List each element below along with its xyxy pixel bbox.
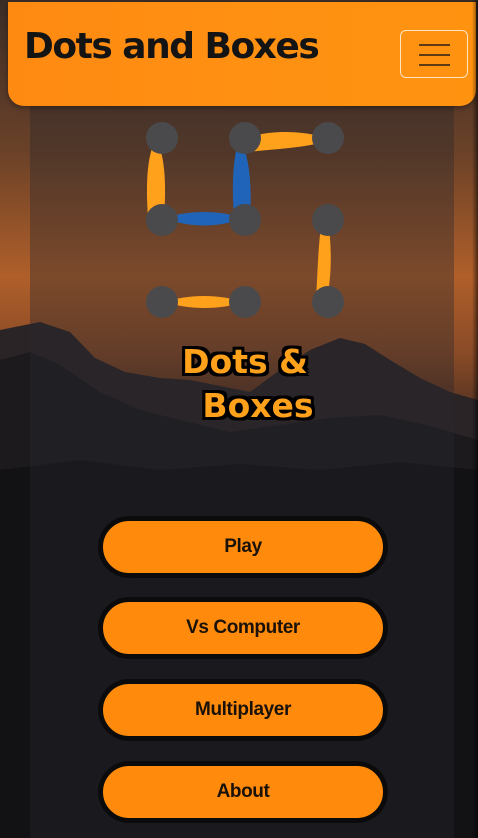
- app-screen: Dots and Boxes Dots & Boxes Play Vs Comp…: [0, 0, 478, 838]
- brand-title[interactable]: Dots and Boxes: [24, 29, 320, 65]
- dots-and-boxes-logo-icon: [146, 122, 344, 318]
- hamburger-icon-line: [419, 64, 450, 66]
- game-title-line1: Dots &: [182, 342, 308, 381]
- navbar: Dots and Boxes: [8, 2, 476, 106]
- game-title: Dots & Boxes: [150, 340, 340, 428]
- multiplayer-button[interactable]: Multiplayer: [100, 681, 386, 739]
- window-edge: [472, 0, 478, 838]
- about-button[interactable]: About: [100, 763, 386, 821]
- game-title-line2: Boxes: [202, 386, 314, 425]
- vs-computer-button[interactable]: Vs Computer: [100, 599, 386, 657]
- hamburger-icon-line: [419, 54, 450, 56]
- play-button[interactable]: Play: [100, 518, 386, 576]
- hamburger-icon: [419, 44, 450, 46]
- menu-toggle-button[interactable]: [400, 30, 468, 78]
